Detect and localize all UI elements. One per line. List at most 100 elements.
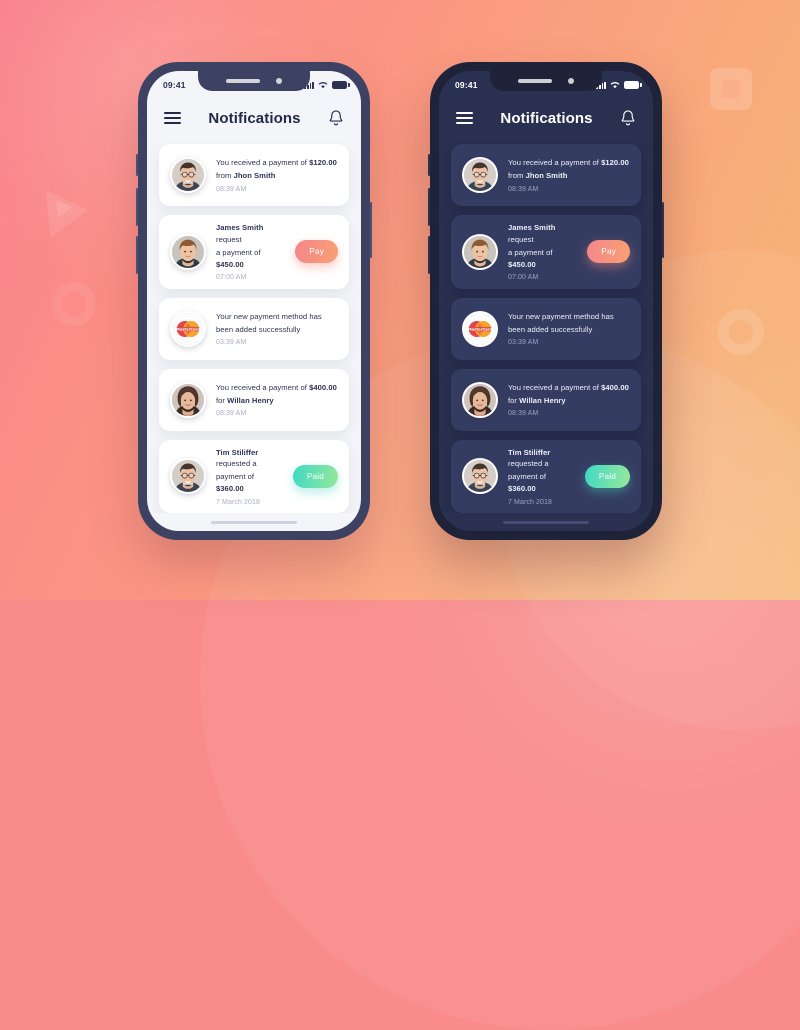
- notification-content: James Smith request a payment of $450.00 0…: [508, 222, 577, 281]
- notification-line1-suffix: request: [216, 234, 242, 244]
- notification-line-2: been added successfully: [216, 324, 338, 336]
- notification-card[interactable]: You received a payment of $120.00 from Jh…: [159, 144, 349, 206]
- notification-line1-highlight: $400.00: [601, 382, 629, 392]
- phone-screen: 09:41 Notifications You received a payment…: [147, 71, 361, 531]
- notifications-list[interactable]: You received a payment of $120.00 from Jh…: [147, 141, 361, 513]
- notification-line-2: from Jhon Smith: [216, 170, 338, 182]
- avatar: [462, 233, 498, 270]
- notification-timestamp: 7 March 2018: [508, 498, 553, 506]
- avatar-man-glasses: [464, 159, 496, 191]
- notification-content: James Smith request a payment of $450.00 0…: [216, 222, 285, 281]
- notification-action-button[interactable]: Pay: [295, 240, 338, 264]
- home-indicator[interactable]: [211, 520, 297, 524]
- bell-icon[interactable]: [328, 109, 344, 127]
- mastercard-icon: MasterCard: [172, 312, 204, 345]
- notification-action-button[interactable]: Pay: [587, 240, 630, 264]
- notification-line2-highlight: $450.00: [508, 259, 536, 269]
- hamburger-menu-icon[interactable]: [164, 112, 181, 124]
- notification-card[interactable]: MasterCard Your new payment method has bee…: [451, 297, 641, 360]
- avatar: MasterCard: [170, 310, 206, 347]
- notification-line2-highlight: Willan Henry: [519, 395, 566, 405]
- home-indicator[interactable]: [503, 520, 589, 524]
- notification-action-button[interactable]: Paid: [584, 464, 630, 488]
- wifi-icon: [318, 81, 328, 89]
- notification-line1-prefix: Your new payment method has: [508, 311, 614, 321]
- avatar-young-man: [172, 235, 204, 268]
- wifi-icon: [610, 81, 620, 89]
- status-bar-time: 09:41: [455, 80, 478, 90]
- status-bar-time: 09:41: [163, 80, 186, 90]
- avatar-woman: [172, 383, 204, 416]
- notification-line-2: from Jhon Smith: [508, 170, 630, 182]
- notification-card[interactable]: Tim Stiliffer requested a payment of $360…: [159, 439, 349, 513]
- notification-line1-prefix: You received a payment of: [216, 158, 310, 168]
- notification-line2-highlight: $360.00: [216, 484, 244, 494]
- page-title: Notifications: [500, 109, 593, 127]
- phone-volume-down-button[interactable]: [428, 236, 430, 274]
- notification-card[interactable]: Tim Stiliffer requested a payment of $360…: [451, 439, 641, 513]
- battery-icon: [332, 81, 350, 89]
- avatar: [170, 157, 206, 193]
- app-header: Notifications: [147, 95, 361, 141]
- notification-content: Tim Stiliffer requested a payment of $360…: [508, 447, 575, 506]
- notification-line2-prefix: a payment of: [216, 247, 261, 257]
- phone-screen: 09:41 Notifications You received a payment…: [439, 71, 653, 531]
- notification-line1-highlight: James Smith: [216, 223, 264, 233]
- notification-line2-prefix: payment of: [508, 472, 547, 482]
- notification-line1-highlight: Tim Stiliffer: [216, 447, 259, 457]
- notification-card[interactable]: You received a payment of $400.00 for Wil…: [159, 368, 349, 431]
- notification-timestamp: 08:39 AM: [508, 185, 539, 193]
- phone-volume-up-button[interactable]: [428, 188, 430, 226]
- notifications-list[interactable]: You received a payment of $120.00 from Jh…: [439, 141, 653, 513]
- phone-volume-up-button[interactable]: [136, 188, 138, 226]
- notification-line-1: Tim Stiliffer requested a: [508, 447, 575, 471]
- avatar-woman: [464, 383, 496, 416]
- notification-line-2: been added successfully: [508, 324, 630, 336]
- phone-power-button[interactable]: [370, 202, 372, 258]
- notification-card[interactable]: You received a payment of $120.00 from Jh…: [451, 144, 641, 206]
- phone-mute-switch[interactable]: [428, 154, 430, 176]
- hamburger-menu-icon[interactable]: [456, 112, 473, 124]
- notification-line1-prefix: You received a payment of: [508, 382, 602, 392]
- notification-timestamp: 03:39 AM: [216, 339, 247, 347]
- notification-card[interactable]: James Smith request a payment of $450.00 0…: [159, 215, 349, 289]
- notification-line2-prefix: for: [216, 395, 228, 405]
- notification-line1-suffix: requested a: [508, 459, 549, 469]
- notification-card[interactable]: MasterCard Your new payment method has bee…: [159, 297, 349, 360]
- notification-line-1: Your new payment method has: [508, 311, 630, 323]
- mastercard-icon: MasterCard: [464, 312, 496, 345]
- notification-line2-prefix: from: [216, 171, 234, 180]
- notification-line1-highlight: $120.00: [309, 158, 337, 168]
- notification-line1-suffix: requested a: [216, 459, 257, 469]
- notification-line-1: Tim Stiliffer requested a: [216, 447, 283, 471]
- speaker-grille-icon: [226, 79, 260, 83]
- avatar: MasterCard: [462, 310, 498, 347]
- notification-content: Tim Stiliffer requested a payment of $360…: [216, 447, 283, 506]
- notification-card[interactable]: James Smith request a payment of $450.00 0…: [451, 215, 641, 289]
- avatar: [462, 458, 498, 495]
- avatar: [462, 381, 498, 418]
- notification-timestamp: 08:39 AM: [508, 410, 539, 418]
- notification-line2-prefix: a payment of: [508, 247, 553, 257]
- notification-card[interactable]: You received a payment of $400.00 for Wil…: [451, 368, 641, 431]
- avatar-man-glasses: [172, 159, 204, 191]
- phone-power-button[interactable]: [662, 202, 664, 258]
- notification-line1-highlight: James Smith: [508, 223, 556, 233]
- notification-content: You received a payment of $400.00 for Wil…: [216, 382, 338, 418]
- avatar-man-glasses: [464, 460, 496, 493]
- avatar: [462, 157, 498, 193]
- bell-icon[interactable]: [620, 109, 636, 127]
- notification-line1-prefix: Your new payment method has: [216, 311, 322, 321]
- status-bar-indicators: [596, 81, 642, 89]
- notification-action-button[interactable]: Paid: [292, 464, 338, 488]
- notification-line-1: You received a payment of $120.00: [216, 157, 338, 169]
- notification-timestamp: 03:39 AM: [508, 339, 539, 347]
- phone-volume-down-button[interactable]: [136, 236, 138, 274]
- notification-line1-highlight: $400.00: [309, 382, 337, 392]
- notification-line-1: You received a payment of $400.00: [508, 382, 630, 394]
- avatar: [170, 458, 206, 495]
- notification-content: You received a payment of $120.00 from Jh…: [508, 157, 630, 193]
- notification-line1-prefix: You received a payment of: [216, 382, 310, 392]
- home-indicator-area: [147, 513, 361, 531]
- phone-mute-switch[interactable]: [136, 154, 138, 176]
